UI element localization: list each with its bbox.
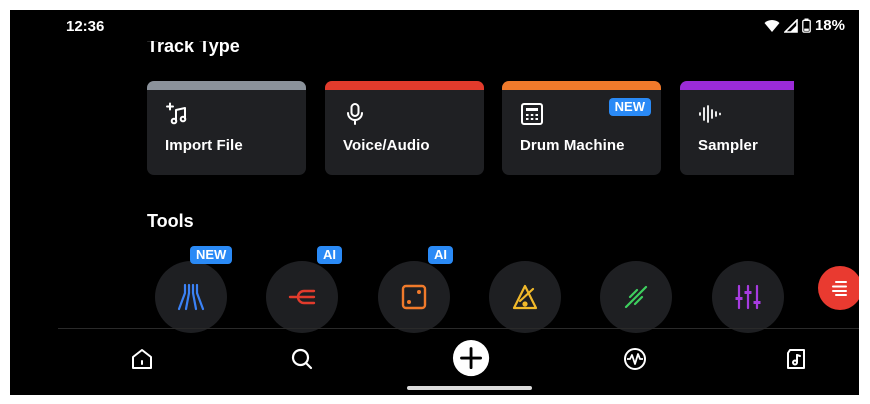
- fork-icon: [288, 289, 316, 305]
- tool-mixer[interactable]: [712, 261, 784, 333]
- new-badge: NEW: [190, 246, 233, 264]
- track-card-drum-machine[interactable]: NEW Drum Machine: [502, 81, 661, 175]
- track-card-label: Drum Machine: [520, 137, 625, 154]
- home-icon: [132, 349, 152, 369]
- add-icon: [452, 339, 490, 377]
- pulse-icon: [624, 348, 646, 370]
- status-time: 12:36: [66, 18, 105, 35]
- dice-icon: [401, 284, 427, 310]
- nav-library[interactable]: [778, 341, 814, 377]
- ai-badge: AI: [317, 246, 342, 264]
- gesture-handle[interactable]: [407, 386, 532, 390]
- microphone-icon: [347, 103, 363, 125]
- sampler-icon: [699, 105, 721, 123]
- card-color-bar: [502, 81, 661, 90]
- tool-metronome[interactable]: [489, 261, 561, 333]
- nav-add-button[interactable]: [451, 338, 493, 380]
- wifi-icon: [764, 19, 780, 32]
- track-card-label: Sampler: [698, 137, 758, 154]
- tool-tuner[interactable]: [600, 261, 672, 333]
- ai-badge: AI: [428, 246, 453, 264]
- track-card-label: Import File: [165, 137, 243, 154]
- battery-icon: [802, 18, 811, 33]
- menu-list-icon: [832, 281, 847, 296]
- track-type-heading: Track Type: [147, 36, 240, 56]
- tool-fork[interactable]: [266, 261, 338, 333]
- bottom-navigation: [58, 328, 859, 395]
- import-file-icon: [166, 102, 187, 125]
- signal-icon: [783, 18, 798, 33]
- library-icon: [787, 349, 805, 369]
- card-color-bar: [325, 81, 484, 90]
- drum-machine-icon: [521, 103, 543, 125]
- tuner-icon: [624, 285, 648, 309]
- tool-dice[interactable]: [378, 261, 450, 333]
- menu-fab-button[interactable]: [818, 266, 859, 310]
- track-card-label: Voice/Audio: [343, 137, 430, 154]
- new-badge: NEW: [608, 98, 651, 116]
- nav-home[interactable]: [124, 341, 160, 377]
- nav-search[interactable]: [284, 341, 320, 377]
- mixer-icon: [735, 284, 761, 310]
- metronome-icon: [512, 284, 538, 310]
- battery-percent: 18%: [814, 17, 845, 34]
- search-icon: [291, 348, 313, 370]
- nav-activity[interactable]: [617, 341, 653, 377]
- stem-splitter-icon: [177, 283, 205, 311]
- tool-stem-splitter[interactable]: [155, 261, 227, 333]
- status-icons: 18%: [764, 17, 845, 34]
- track-card-voice-audio[interactable]: Voice/Audio: [325, 81, 484, 175]
- track-card-sampler[interactable]: Sampler: [680, 81, 794, 175]
- card-color-bar: [147, 81, 306, 90]
- tools-heading: Tools: [147, 211, 194, 231]
- card-color-bar: [680, 81, 794, 90]
- track-card-import-file[interactable]: Import File: [147, 81, 306, 175]
- app-screen: 12:36 18% Track Type Import File Voice/A…: [10, 10, 859, 395]
